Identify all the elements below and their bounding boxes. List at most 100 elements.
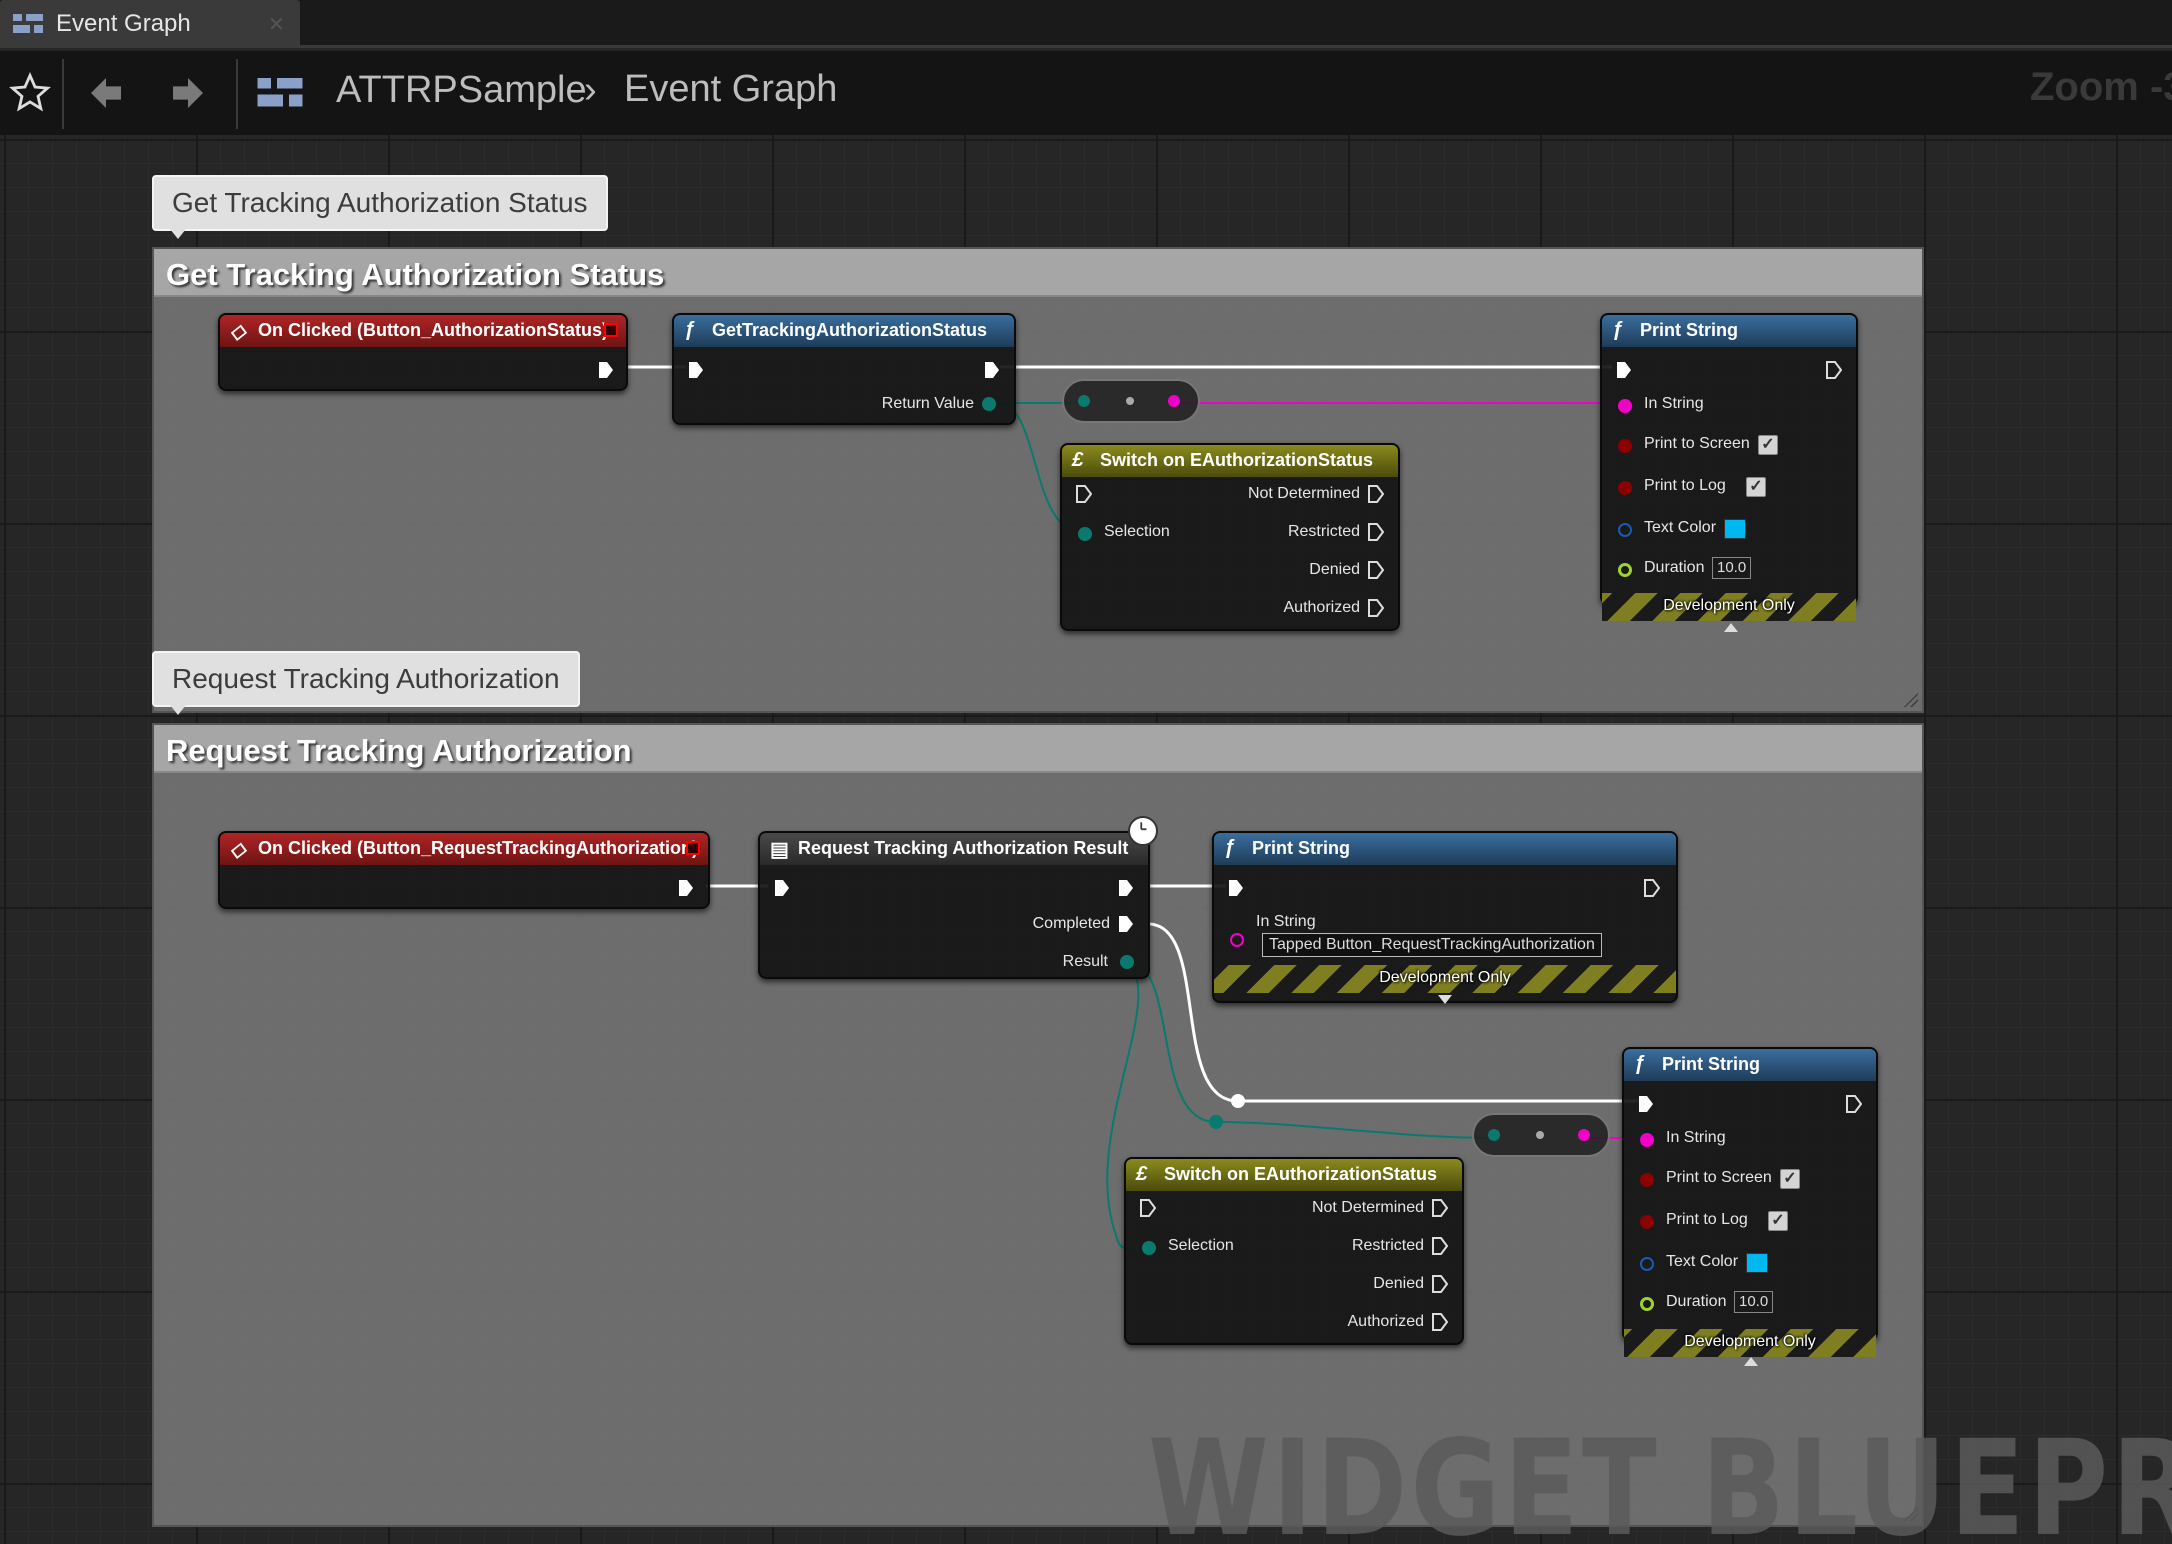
delegate-pin-icon[interactable] bbox=[686, 841, 700, 855]
tab-event-graph[interactable]: Event Graph ✕ bbox=[0, 0, 300, 48]
string-out-pin[interactable] bbox=[1578, 1129, 1590, 1141]
duration-input[interactable]: 10.0 bbox=[1734, 1291, 1774, 1313]
case-not-determined: Not Determined bbox=[1311, 1199, 1424, 1216]
print-log-pin[interactable] bbox=[1618, 481, 1632, 495]
pin-label-completed: Completed bbox=[1032, 915, 1110, 932]
back-button[interactable] bbox=[82, 69, 130, 117]
close-icon[interactable]: ✕ bbox=[268, 12, 285, 37]
zoom-indicator: Zoom -3 bbox=[2030, 65, 2172, 109]
print-string-node-tapped[interactable]: ƒ Print String In String Tapped Button_R… bbox=[1212, 831, 1678, 1004]
node-title: Print String bbox=[1662, 1054, 1760, 1074]
result-pin[interactable] bbox=[1120, 955, 1134, 969]
enum-in-pin[interactable] bbox=[1488, 1129, 1500, 1141]
development-only-label: Development Only bbox=[1379, 969, 1511, 986]
development-only-strip: Development Only bbox=[1602, 593, 1856, 621]
resize-grip[interactable] bbox=[1902, 691, 1918, 707]
print-screen-pin[interactable] bbox=[1640, 1173, 1654, 1187]
print-screen-pin[interactable] bbox=[1618, 439, 1632, 453]
string-out-pin[interactable] bbox=[1168, 395, 1180, 407]
exec-in-pin[interactable] bbox=[1076, 485, 1092, 503]
forward-button[interactable] bbox=[164, 69, 212, 117]
selection-pin[interactable] bbox=[1078, 527, 1092, 541]
text-color-pin[interactable] bbox=[1640, 1257, 1654, 1271]
node-header: ƒ Print String bbox=[1624, 1049, 1876, 1081]
expand-arrow-icon[interactable] bbox=[1744, 1357, 1758, 1366]
exec-in-pin[interactable] bbox=[1140, 1199, 1156, 1217]
comment-title: Get Tracking Authorization Status bbox=[166, 257, 665, 292]
exec-out-pin[interactable] bbox=[984, 361, 1000, 379]
exec-out-pin[interactable] bbox=[1368, 485, 1384, 503]
print-string-node[interactable]: ƒ Print String In String Print to Screen… bbox=[1600, 313, 1858, 632]
print-log-checkbox[interactable]: ✓ bbox=[1768, 1211, 1788, 1231]
delegate-pin-icon[interactable] bbox=[604, 323, 618, 337]
in-string-pin[interactable] bbox=[1230, 933, 1244, 947]
exec-out-pin[interactable] bbox=[1826, 361, 1842, 379]
exec-out-pin[interactable] bbox=[1846, 1095, 1862, 1113]
duration-pin[interactable] bbox=[1618, 563, 1632, 577]
exec-in-pin[interactable] bbox=[1228, 879, 1244, 897]
exec-out-pin[interactable] bbox=[1368, 561, 1384, 579]
enum-in-pin[interactable] bbox=[1078, 395, 1090, 407]
exec-out-pin[interactable] bbox=[1644, 879, 1660, 897]
exec-out-pin[interactable] bbox=[1118, 879, 1134, 897]
development-only-label: Development Only bbox=[1663, 597, 1795, 614]
in-string-pin[interactable] bbox=[1640, 1133, 1654, 1147]
event-node-authorization-status[interactable]: ◇ On Clicked (Button_AuthorizationStatus… bbox=[218, 313, 628, 391]
print-screen-checkbox[interactable]: ✓ bbox=[1780, 1169, 1800, 1189]
pin-label-result: Result bbox=[1062, 953, 1108, 970]
switch-node-authorization-status[interactable]: £ Switch on EAuthorizationStatus Selecti… bbox=[1060, 443, 1400, 631]
breadcrumb-graph[interactable]: Event Graph bbox=[624, 68, 837, 111]
text-color-pin[interactable] bbox=[1618, 523, 1632, 537]
function-icon: ƒ bbox=[684, 319, 696, 341]
text-color-swatch[interactable] bbox=[1746, 1253, 1768, 1273]
node-title: Switch on EAuthorizationStatus bbox=[1100, 450, 1373, 470]
in-string-pin[interactable] bbox=[1618, 399, 1632, 413]
exec-out-pin[interactable] bbox=[1432, 1237, 1448, 1255]
selection-pin[interactable] bbox=[1142, 1241, 1156, 1255]
return-value-pin[interactable] bbox=[982, 397, 996, 411]
function-icon: ƒ bbox=[1612, 319, 1624, 341]
exec-in-pin[interactable] bbox=[1616, 361, 1632, 379]
comment-bubble[interactable]: Request Tracking Authorization bbox=[152, 651, 580, 715]
event-node-request-tracking[interactable]: ◇ On Clicked (Button_RequestTrackingAuth… bbox=[218, 831, 710, 909]
expand-arrow-icon[interactable] bbox=[1724, 623, 1738, 632]
print-screen-checkbox[interactable]: ✓ bbox=[1758, 435, 1778, 455]
exec-in-pin[interactable] bbox=[1638, 1095, 1654, 1113]
exec-out-pin[interactable] bbox=[598, 361, 614, 379]
node-header: ▤ Request Tracking Authorization Result bbox=[760, 833, 1148, 865]
print-log-pin[interactable] bbox=[1640, 1215, 1654, 1229]
graph-type-button[interactable] bbox=[256, 69, 304, 117]
exec-out-pin[interactable] bbox=[678, 879, 694, 897]
pin-label-in-string: In String bbox=[1666, 1129, 1726, 1146]
switch-node-authorization-status[interactable]: £ Switch on EAuthorizationStatus Selecti… bbox=[1124, 1157, 1464, 1345]
function-icon: ƒ bbox=[1634, 1053, 1646, 1075]
print-string-node-status[interactable]: ƒ Print String In String Print to Screen… bbox=[1622, 1047, 1878, 1366]
case-authorized: Authorized bbox=[1283, 599, 1361, 616]
in-string-input[interactable]: Tapped Button_RequestTrackingAuthorizati… bbox=[1262, 933, 1602, 957]
print-log-checkbox[interactable]: ✓ bbox=[1746, 477, 1766, 497]
case-not-determined: Not Determined bbox=[1247, 485, 1360, 502]
favorite-button[interactable] bbox=[6, 69, 54, 117]
text-color-swatch[interactable] bbox=[1724, 519, 1746, 539]
exec-out-pin[interactable] bbox=[1432, 1313, 1448, 1331]
comment-bubble[interactable]: Get Tracking Authorization Status bbox=[152, 175, 608, 239]
exec-out-pin[interactable] bbox=[1432, 1199, 1448, 1217]
exec-out-pin[interactable] bbox=[1368, 523, 1384, 541]
breadcrumb-app[interactable]: ATTRPSample bbox=[336, 69, 587, 112]
breadcrumb-separator: › bbox=[584, 69, 597, 111]
exec-out-pin[interactable] bbox=[1432, 1275, 1448, 1293]
exec-in-pin[interactable] bbox=[774, 879, 790, 897]
comment-title: Request Tracking Authorization bbox=[166, 733, 632, 768]
convert-enum-to-string-node[interactable] bbox=[1062, 379, 1200, 423]
exec-out-pin[interactable] bbox=[1368, 599, 1384, 617]
expand-arrow-icon[interactable] bbox=[1438, 995, 1452, 1004]
convert-enum-to-string-node[interactable] bbox=[1472, 1113, 1610, 1157]
duration-pin[interactable] bbox=[1640, 1297, 1654, 1311]
duration-input[interactable]: 10.0 bbox=[1712, 557, 1752, 579]
completed-exec-pin[interactable] bbox=[1118, 915, 1134, 933]
latent-node-request-tracking-result[interactable]: ▤ Request Tracking Authorization Result … bbox=[758, 831, 1150, 979]
graph-canvas[interactable]: Get Tracking Authorization Status Get Tr… bbox=[0, 135, 2172, 1544]
event-diamond-icon: ◇ bbox=[230, 321, 246, 343]
exec-in-pin[interactable] bbox=[688, 361, 704, 379]
function-node-get-tracking-status[interactable]: ƒ GetTrackingAuthorizationStatus Return … bbox=[672, 313, 1016, 425]
